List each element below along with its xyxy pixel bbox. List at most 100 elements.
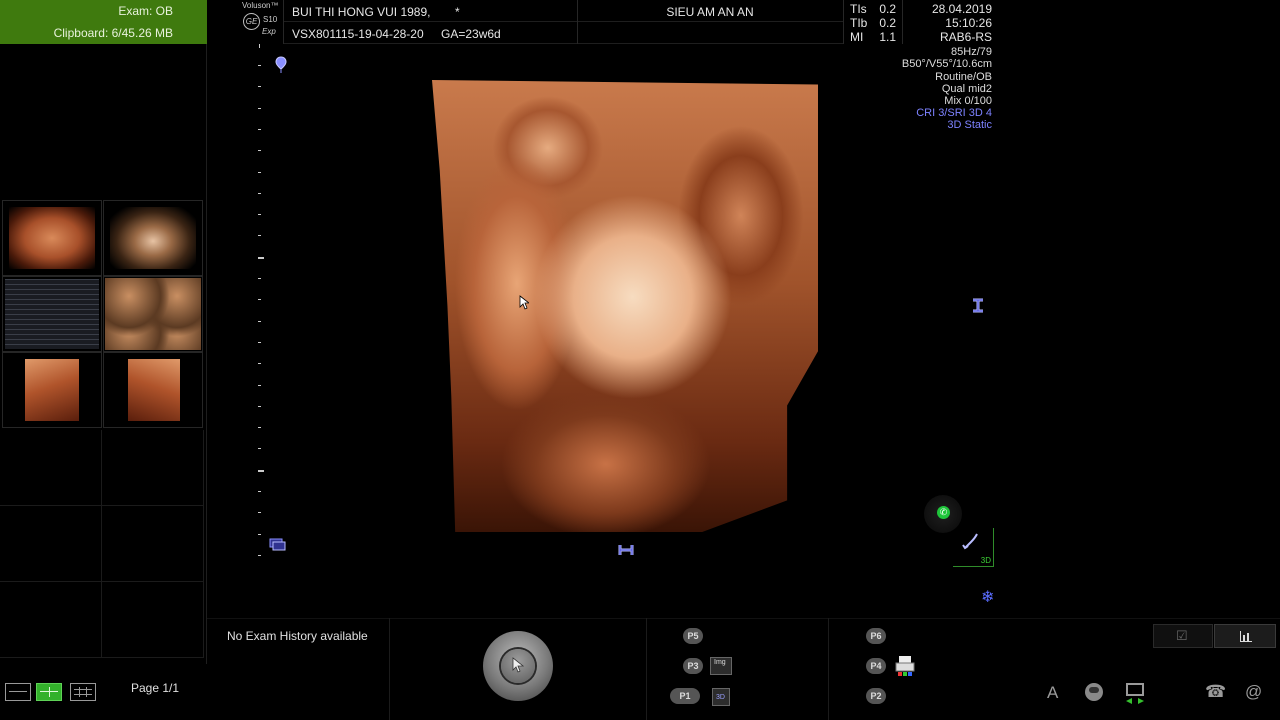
clipboard-empty-slot [0, 430, 102, 506]
render-mode-box[interactable]: 3D [953, 528, 994, 567]
depth-tick [258, 129, 261, 130]
telephone-icon[interactable]: ☎ [1205, 682, 1226, 702]
p5-button[interactable]: P5 [683, 628, 703, 644]
depth-tick [258, 427, 261, 428]
p1-button[interactable]: P1 [670, 688, 700, 704]
gear-icon[interactable]: ❄ [981, 590, 994, 606]
image-store-icon[interactable]: Img [710, 657, 732, 675]
param-preset: Routine/OB [935, 71, 992, 83]
exam-history-label: No Exam History available [227, 629, 368, 643]
bottom-panel-divider [207, 618, 1280, 619]
depth-tick [258, 65, 261, 66]
thermal-indices: TIs 0.2 TIb 0.2 MI 1.1 [850, 2, 896, 44]
mi-value: 1.1 [879, 30, 896, 44]
clipboard-thumbnail-6[interactable] [103, 352, 203, 428]
depth-tick [258, 299, 261, 300]
clipboard-panel [0, 44, 207, 664]
clipboard-empty-slot [102, 506, 204, 582]
voluson-brand-label: Voluson™ [242, 1, 279, 10]
clipboard-thumbnail-5[interactable] [2, 352, 102, 428]
header-row-divider [284, 21, 844, 22]
histogram-button[interactable] [1214, 624, 1276, 648]
layout-grid-2x3-button[interactable] [36, 683, 62, 701]
depth-tick [258, 193, 261, 194]
p6-button[interactable]: P6 [866, 628, 886, 644]
exam-time: 15:10:26 [945, 16, 992, 30]
layers-icon[interactable] [267, 537, 287, 553]
mi-label: MI [850, 30, 864, 44]
focus-marker-icon[interactable] [275, 56, 287, 74]
bottom-divider [646, 618, 647, 720]
clipboard-empty-slot [0, 506, 102, 582]
layout-grid-3x3-button[interactable] [70, 683, 96, 701]
rotate-axis-icon[interactable] [617, 543, 635, 557]
orientation-marker-icon[interactable] [970, 297, 986, 315]
clipboard-empty-slot [0, 582, 102, 658]
param-frame-rate: 85Hz/79 [951, 46, 992, 58]
clipboard-thumbnail-2[interactable] [103, 200, 203, 276]
param-angles: B50°/V55°/10.6cm [901, 58, 992, 70]
ultrasound-3d-render[interactable] [432, 80, 818, 532]
at-sign-icon[interactable]: @ [1245, 682, 1262, 702]
depth-tick [258, 86, 261, 87]
depth-tick [258, 406, 261, 407]
clipboard-empty-slot [102, 430, 204, 506]
depth-tick [258, 235, 261, 236]
clipboard-empty-slot [102, 582, 204, 658]
gestational-age: GA=23w6d [441, 27, 501, 41]
font-button[interactable]: A [1047, 683, 1058, 703]
depth-tick [258, 321, 261, 322]
depth-tick [258, 491, 261, 492]
trackball-center[interactable] [501, 649, 535, 683]
bottom-divider [389, 618, 390, 720]
save-3d-icon[interactable]: 3D [712, 688, 730, 706]
save-3d-label: 3D [716, 694, 725, 701]
clipboard-thumbnail-1[interactable] [2, 200, 102, 276]
institution-name: SIEU AM AN AN [666, 5, 754, 19]
model-label: S10 [263, 15, 278, 24]
depth-tick [258, 214, 261, 215]
render-direction-icon [962, 533, 978, 550]
header-bottom-divider [284, 43, 844, 44]
header-divider [902, 0, 903, 44]
exam-id: VSX801115-19-04-28-20 [292, 27, 424, 41]
clipboard-thumbnail-3[interactable] [2, 276, 102, 352]
exam-date: 28.04.2019 [931, 2, 992, 16]
checklist-button[interactable]: ☑ [1153, 624, 1213, 648]
depth-tick [258, 150, 261, 151]
clipboard-thumbnail-4[interactable] [103, 276, 203, 352]
checklist-icon: ☑ [1176, 628, 1188, 643]
param-quality: Qual mid2 [941, 83, 992, 95]
clipboard-usage-label: Clipboard: 6/45.26 MB [53, 26, 173, 40]
param-mix: Mix 0/100 [944, 95, 992, 107]
network-globe-icon[interactable] [1085, 683, 1103, 701]
depth-tick [258, 555, 261, 556]
trackball-control[interactable] [483, 631, 553, 701]
depth-tick [258, 278, 261, 279]
exam-info-panel: Exam: OB Clipboard: 6/45.26 MB [0, 0, 207, 44]
param-cri-sri: CRI 3/SRI 3D 4 [916, 107, 992, 119]
header-divider [283, 0, 284, 44]
p4-button[interactable]: P4 [866, 658, 886, 674]
bar-chart-icon [1240, 631, 1252, 642]
depth-tick [258, 448, 261, 449]
p2-button[interactable]: P2 [866, 688, 886, 704]
depth-tick [258, 257, 264, 259]
patient-name: BUI THI HONG VUI 1989, [292, 5, 431, 19]
param-mode: 3D Static [947, 119, 992, 131]
depth-tick [258, 385, 261, 386]
depth-tick [258, 363, 261, 364]
render-mode-label: 3D [980, 556, 991, 565]
monitor-sync-icon[interactable] [1124, 683, 1146, 705]
layout-single-button[interactable] [5, 683, 31, 701]
probe-name: RAB6-RS [939, 30, 992, 44]
exam-type-label: Exam: OB [118, 4, 173, 18]
ge-logo-text: GE [245, 17, 258, 26]
depth-ruler-top [259, 44, 260, 48]
printer-icon[interactable] [895, 655, 915, 677]
ge-logo-icon: GE [243, 13, 260, 30]
depth-tick [258, 512, 261, 513]
depth-tick [258, 172, 261, 173]
patient-asterisk: * [455, 5, 460, 19]
p3-button[interactable]: P3 [683, 658, 703, 674]
